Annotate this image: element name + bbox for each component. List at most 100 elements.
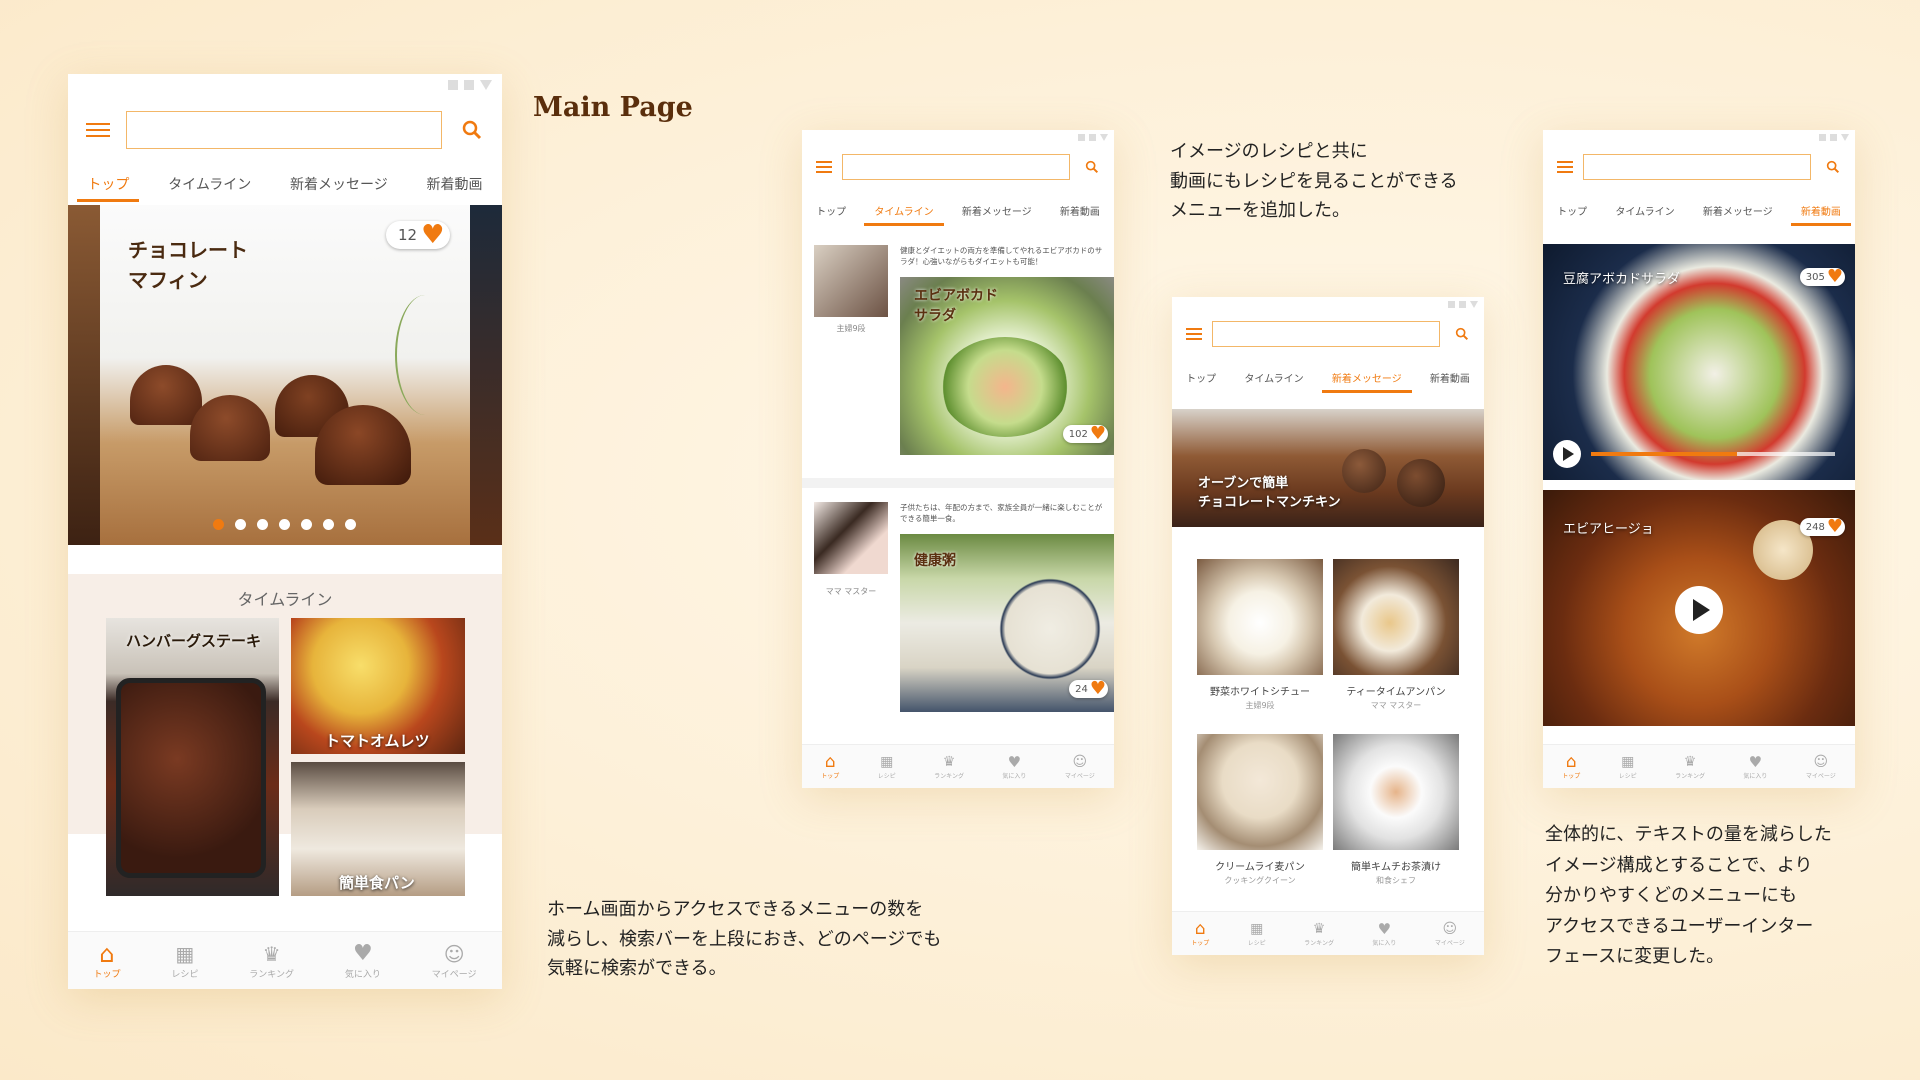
tab-top[interactable]: トップ	[77, 174, 140, 202]
nav-mypage[interactable]: ☺ マイページ	[1806, 753, 1836, 780]
search-icon[interactable]	[1825, 159, 1841, 175]
nav-top[interactable]: ⌂ トップ	[821, 753, 839, 780]
heart-icon: ♥	[1377, 920, 1392, 938]
nav-favorite[interactable]: ♥ 気に入り	[1743, 753, 1767, 780]
nav-top[interactable]: ⌂ トップ	[1562, 753, 1580, 780]
carousel-dots[interactable]	[213, 519, 356, 530]
video-progress-bar[interactable]	[1591, 452, 1835, 456]
page-title: Main Page	[533, 92, 693, 123]
timeline-post[interactable]: 主婦9段 健康とダイエットの両方を準備してやれるエビアボカドのサラダ！心強いなが…	[802, 230, 1114, 480]
timeline-post[interactable]: ママ マスター 子供たちは、年配の方まで、家族全員が一緒に楽しむことができる簡単…	[802, 490, 1114, 730]
hero-carousel[interactable]: チョコレート マフィン 12 ♥	[68, 205, 502, 545]
nav-mypage[interactable]: ☺ マイページ	[432, 941, 477, 980]
hero-title: チョコレート マフィン	[128, 238, 248, 292]
heart-icon[interactable]: ♥	[1090, 680, 1106, 698]
heart-icon: ♥	[1007, 753, 1022, 771]
nav-recipe[interactable]: ▦ レシピ	[878, 753, 896, 780]
post-image[interactable]: 健康粥 24 ♥	[900, 534, 1114, 712]
tab-messages[interactable]: 新着メッセージ	[1703, 203, 1773, 218]
tab-timeline[interactable]: タイムライン	[1615, 203, 1674, 218]
recipe-tile[interactable]: ティータイムアンパン ママ マスター	[1333, 559, 1459, 724]
video-title: 豆腐アボカドサラダ	[1563, 272, 1681, 287]
tab-timeline[interactable]: タイムライン	[168, 174, 251, 194]
bottom-nav: ⌂ トップ ▦ レシピ ♛ ランキング ♥ 気に入り ☺ マイページ	[1172, 911, 1484, 955]
recipe-card-omelet[interactable]: トマトオムレツ	[291, 618, 465, 754]
search-input[interactable]	[1212, 321, 1440, 347]
menu-icon[interactable]	[86, 123, 110, 137]
like-counter[interactable]: 12 ♥	[386, 221, 451, 249]
heart-icon[interactable]: ♥	[421, 222, 444, 248]
tab-messages[interactable]: 新着メッセージ	[962, 203, 1032, 218]
nav-mypage[interactable]: ☺ マイページ	[1435, 920, 1465, 947]
nav-favorite[interactable]: ♥ 気に入り	[345, 941, 381, 980]
tab-videos[interactable]: 新着動画	[1790, 203, 1851, 226]
user-icon: ☺	[443, 942, 465, 966]
author-name: 主婦9段	[836, 324, 866, 333]
search-input[interactable]	[126, 111, 442, 149]
like-counter[interactable]: 24 ♥	[1069, 680, 1108, 698]
banner-title: オーブンで簡単 チョコレートマンチキン	[1198, 476, 1341, 510]
bottom-nav: ⌂ トップ ▦ レシピ ♛ ランキング ♥ 気に入り ☺ マイページ	[802, 744, 1114, 788]
tab-top[interactable]: トップ	[816, 203, 846, 218]
messages-screen: トップ タイムライン 新着メッセージ 新着動画 オーブンで簡単 チョコレートマン…	[1172, 297, 1484, 955]
like-count: 305	[1805, 271, 1825, 283]
nav-recipe[interactable]: ▦ レシピ	[1248, 920, 1266, 947]
recipe-title: ティータイムアンパン	[1346, 687, 1446, 698]
video-card[interactable]: 豆腐アボカドサラダ 305 ♥	[1543, 244, 1855, 480]
nav-mypage[interactable]: ☺ マイページ	[1065, 753, 1095, 780]
like-counter[interactable]: 248 ♥	[1799, 518, 1845, 536]
author-name: ママ マスター	[825, 587, 877, 596]
timeline-screen: トップ タイムライン 新着メッセージ 新着動画 主婦9段 健康とダイエットの両方…	[802, 130, 1114, 788]
bottom-nav: ⌂ トップ ▦ レシピ ♛ ランキング ♥ 気に入り ☺ マイページ	[1543, 744, 1855, 788]
tab-timeline[interactable]: タイムライン	[1244, 370, 1303, 385]
nav-ranking[interactable]: ♛ ランキング	[1675, 753, 1705, 780]
recipe-tile[interactable]: 野菜ホワイトシチュー 主婦9段	[1197, 559, 1323, 724]
menu-icon[interactable]	[1557, 161, 1573, 173]
tab-top[interactable]: トップ	[1186, 370, 1216, 385]
post-image[interactable]: エビアボカド サラダ 102 ♥	[900, 277, 1114, 455]
card-title: 簡単食パン	[339, 874, 415, 892]
nav-recipe[interactable]: ▦ レシピ	[171, 941, 198, 980]
nav-favorite[interactable]: ♥ 気に入り	[1002, 753, 1026, 780]
menu-icon[interactable]	[1186, 328, 1202, 340]
post-text: 健康とダイエットの両方を準備してやれるエビアボカドのサラダ！心強いながらもダイエ…	[900, 246, 1103, 267]
tab-videos[interactable]: 新着動画	[1060, 203, 1100, 218]
nav-favorite[interactable]: ♥ 気に入り	[1372, 920, 1396, 947]
tab-messages[interactable]: 新着メッセージ	[1321, 370, 1412, 393]
nav-ranking[interactable]: ♛ ランキング	[1304, 920, 1334, 947]
like-counter[interactable]: 102 ♥	[1062, 425, 1108, 443]
avatar	[814, 502, 888, 574]
banner-image[interactable]: オーブンで簡単 チョコレートマンチキン	[1172, 409, 1484, 527]
nav-ranking[interactable]: ♛ ランキング	[934, 753, 964, 780]
nav-ranking[interactable]: ♛ ランキング	[249, 941, 294, 980]
section-title: タイムライン	[237, 590, 333, 609]
heart-icon[interactable]: ♥	[1090, 425, 1106, 443]
recipe-card-hamburg[interactable]: ハンバーグステーキ	[106, 618, 279, 896]
search-icon[interactable]	[1084, 159, 1100, 175]
search-icon[interactable]	[1454, 326, 1470, 342]
heart-icon[interactable]: ♥	[1827, 268, 1843, 286]
search-icon[interactable]	[460, 118, 484, 142]
tab-videos[interactable]: 新着動画	[1430, 370, 1470, 385]
tab-timeline[interactable]: タイムライン	[864, 203, 945, 226]
nav-top[interactable]: ⌂ トップ	[93, 941, 120, 980]
recipe-tile[interactable]: 簡単キムチお茶漬け 和食シェフ	[1333, 734, 1459, 899]
search-input[interactable]	[1583, 154, 1811, 180]
play-icon	[1693, 599, 1710, 621]
nav-top[interactable]: ⌂ トップ	[1191, 920, 1209, 947]
play-button[interactable]	[1675, 586, 1723, 634]
bottom-nav: ⌂ トップ ▦ レシピ ♛ ランキング ♥ 気に入り ☺ マイページ	[68, 931, 502, 989]
recipe-tile[interactable]: クリームライ麦パン クッキングクイーン	[1197, 734, 1323, 899]
recipe-card-bread[interactable]: 簡単食パン	[291, 762, 465, 896]
tab-videos[interactable]: 新着動画	[427, 174, 483, 194]
nav-recipe[interactable]: ▦ レシピ	[1619, 753, 1637, 780]
heart-icon[interactable]: ♥	[1827, 518, 1843, 536]
menu-icon[interactable]	[816, 161, 832, 173]
search-input[interactable]	[842, 154, 1070, 180]
play-icon	[1563, 447, 1574, 461]
tab-messages[interactable]: 新着メッセージ	[290, 174, 388, 194]
video-card[interactable]: エビアヒージョ 248 ♥	[1543, 490, 1855, 726]
tab-top[interactable]: トップ	[1557, 203, 1587, 218]
like-counter[interactable]: 305 ♥	[1799, 268, 1845, 286]
play-button[interactable]	[1553, 440, 1581, 468]
